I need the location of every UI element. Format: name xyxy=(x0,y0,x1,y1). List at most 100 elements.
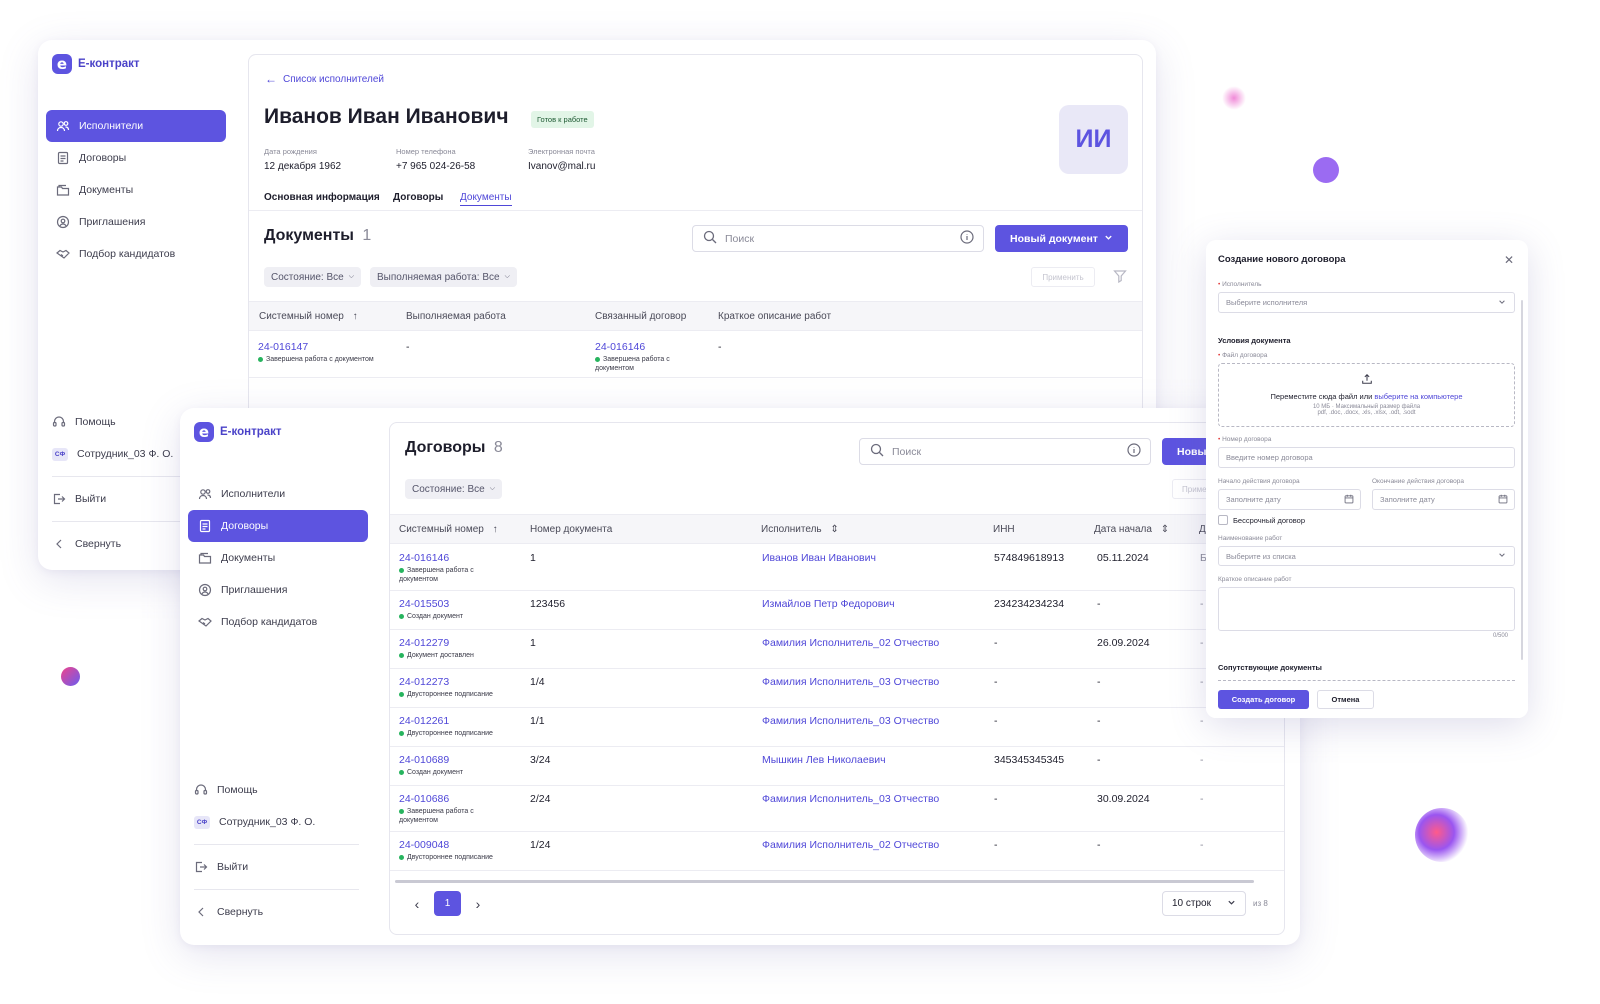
help-link[interactable]: Помощь xyxy=(194,774,359,806)
close-icon[interactable]: ✕ xyxy=(1504,253,1514,267)
sidebar-item-documents[interactable]: Документы xyxy=(188,542,368,574)
contract-number-link[interactable]: 24-015503 xyxy=(399,598,509,610)
choose-file-link[interactable]: выберите на компьютере xyxy=(1374,392,1462,401)
user-profile[interactable]: СФ Сотрудник_03 Ф. О. xyxy=(194,806,359,838)
filter-state[interactable]: Состояние: Все ⌵ xyxy=(405,479,502,499)
brand-logo-icon: e xyxy=(52,54,72,74)
contract-number-link[interactable]: 24-010686 xyxy=(399,793,509,805)
filter-state[interactable]: Состояние: Все ⌵ xyxy=(264,267,361,287)
documents-search[interactable]: Поиск xyxy=(692,225,984,252)
executor-link[interactable]: Фамилия Исполнитель_02 Отчество xyxy=(762,839,939,851)
chevron-left-icon xyxy=(52,537,66,551)
doc-number-cell: 123456 xyxy=(530,598,566,610)
contracts-search[interactable]: Поиск xyxy=(859,438,1151,465)
th-executor[interactable]: Исполнитель ⇕ xyxy=(761,524,839,535)
status-label: Создан документ xyxy=(407,769,464,776)
sidebar-item-documents[interactable]: Документы xyxy=(46,174,226,206)
work-select[interactable]: Выберите из списка xyxy=(1218,546,1515,566)
brand-logo[interactable]: e E-контракт xyxy=(52,54,140,74)
email-label: Электронная почта xyxy=(528,147,595,156)
filter-work[interactable]: Выполняемая работа: Все ⌵ xyxy=(370,267,517,287)
info-icon[interactable] xyxy=(960,230,974,247)
rows-per-page-select[interactable]: 10 строк xyxy=(1162,891,1246,916)
description-textarea[interactable] xyxy=(1218,587,1515,631)
end-date-input[interactable]: Заполните дату xyxy=(1372,489,1515,510)
table-header: Системный номер ↑ Выполняемая работа Свя… xyxy=(249,301,1142,331)
start-date-cell: - xyxy=(1097,598,1101,610)
end-date-cell: - xyxy=(1200,715,1204,727)
sidebar-item-label: Подбор кандидатов xyxy=(79,248,176,260)
executor-link[interactable]: Измайлов Петр Федорович xyxy=(762,598,895,610)
modal-scrollbar[interactable] xyxy=(1521,300,1523,660)
filter-icon[interactable] xyxy=(1113,269,1127,288)
create-contract-button[interactable]: Создать договор xyxy=(1218,690,1309,709)
sidebar-item-invitations[interactable]: Приглашения xyxy=(46,206,226,238)
executor-link[interactable]: Фамилия Исполнитель_03 Отчество xyxy=(762,793,939,805)
executor-select[interactable]: Выберите исполнителя xyxy=(1218,292,1515,313)
contract-number-link[interactable]: 24-012273 xyxy=(399,676,509,688)
sidebar-item-executors[interactable]: Исполнители xyxy=(188,478,368,510)
horizontal-scrollbar[interactable] xyxy=(395,880,1254,883)
executor-link[interactable]: Иванов Иван Иванович xyxy=(762,552,876,564)
indefinite-checkbox[interactable] xyxy=(1218,515,1228,525)
tab-main-info[interactable]: Основная информация xyxy=(264,192,380,203)
start-date-cell: 26.09.2024 xyxy=(1097,637,1150,649)
row-number-cell: 24-012279 Документ доставлен xyxy=(399,637,509,660)
collapse-button[interactable]: Свернуть xyxy=(194,896,359,928)
contract-number-link[interactable]: 24-012261 xyxy=(399,715,509,727)
page-1-button[interactable]: 1 xyxy=(434,891,461,916)
contract-number-link[interactable]: 24-009048 xyxy=(399,839,509,851)
sidebar-item-candidates[interactable]: Подбор кандидатов xyxy=(46,238,226,270)
sidebar-item-invitations[interactable]: Приглашения xyxy=(188,574,368,606)
next-page-icon[interactable]: › xyxy=(471,896,485,912)
headset-icon xyxy=(194,783,208,797)
th-start-date[interactable]: Дата начала ⇕ xyxy=(1094,524,1169,535)
info-icon[interactable] xyxy=(1127,443,1141,460)
brand-name: E-контракт xyxy=(78,58,140,70)
indefinite-label: Бессрочный договор xyxy=(1233,515,1306,525)
tab-documents[interactable]: Документы xyxy=(460,192,512,206)
executor-link[interactable]: Фамилия Исполнитель_02 Отчество xyxy=(762,637,939,649)
doc-number-cell: 1 xyxy=(530,637,536,649)
brand-logo[interactable]: e E-контракт xyxy=(194,422,282,442)
file-dropzone[interactable]: Переместите сюда файл или выберите на ко… xyxy=(1218,363,1515,427)
sidebar-item-contracts[interactable]: Договоры xyxy=(188,510,368,542)
calendar-icon[interactable] xyxy=(1498,494,1508,506)
start-date-input[interactable]: Заполните дату xyxy=(1218,489,1361,510)
table-row: 24-010686 Завершена работа с документом 2/… xyxy=(390,786,1284,832)
cancel-button[interactable]: Отмена xyxy=(1317,690,1374,709)
work-placeholder: Выберите из списка xyxy=(1226,551,1296,561)
doc-number-cell: 3/24 xyxy=(530,754,551,766)
calendar-icon[interactable] xyxy=(1344,494,1354,506)
th-system-number[interactable]: Системный номер ↑ xyxy=(399,524,498,535)
contract-number-link[interactable]: 24-016146 xyxy=(595,341,695,353)
contract-number-input[interactable]: Введите номер договора xyxy=(1218,447,1515,468)
invitation-icon xyxy=(198,583,212,597)
tab-contracts[interactable]: Договоры xyxy=(393,192,443,203)
breadcrumb[interactable]: ← Список исполнителей xyxy=(265,72,384,86)
start-date-cell: 30.09.2024 xyxy=(1097,793,1150,805)
sidebar-item-contracts[interactable]: Договоры xyxy=(46,142,226,174)
contract-number-link[interactable]: 24-010689 xyxy=(399,754,509,766)
sidebar-item-executors[interactable]: Исполнители xyxy=(46,110,226,142)
indefinite-checkbox-row[interactable]: Бессрочный договор xyxy=(1218,515,1305,525)
arrow-left-icon: ← xyxy=(265,72,277,86)
sidebar-item-candidates[interactable]: Подбор кандидатов xyxy=(188,606,368,638)
document-number-link[interactable]: 24-016147 xyxy=(258,341,374,353)
prev-page-icon[interactable]: ‹ xyxy=(410,896,424,912)
executor-link[interactable]: Мышкин Лев Николаевич xyxy=(762,754,886,766)
executor-link[interactable]: Фамилия Исполнитель_03 Отчество xyxy=(762,715,939,727)
sidebar-item-label: Приглашения xyxy=(79,216,146,228)
chevron-down-icon: ⌵ xyxy=(348,273,354,280)
help-label: Помощь xyxy=(75,416,116,428)
logout-link[interactable]: Выйти xyxy=(194,851,359,883)
new-document-button[interactable]: Новый документ xyxy=(995,225,1128,252)
start-date-cell: - xyxy=(1097,715,1101,727)
contract-number-link[interactable]: 24-012279 xyxy=(399,637,509,649)
executor-link[interactable]: Фамилия Исполнитель_03 Отчество xyxy=(762,676,939,688)
contract-number-placeholder: Введите номер договора xyxy=(1226,453,1313,462)
contract-number-link[interactable]: 24-016146 xyxy=(399,552,509,564)
apply-button[interactable]: Применить xyxy=(1031,267,1095,287)
end-date-cell: - xyxy=(1200,676,1204,688)
th-system-number[interactable]: Системный номер ↑ xyxy=(259,311,358,322)
